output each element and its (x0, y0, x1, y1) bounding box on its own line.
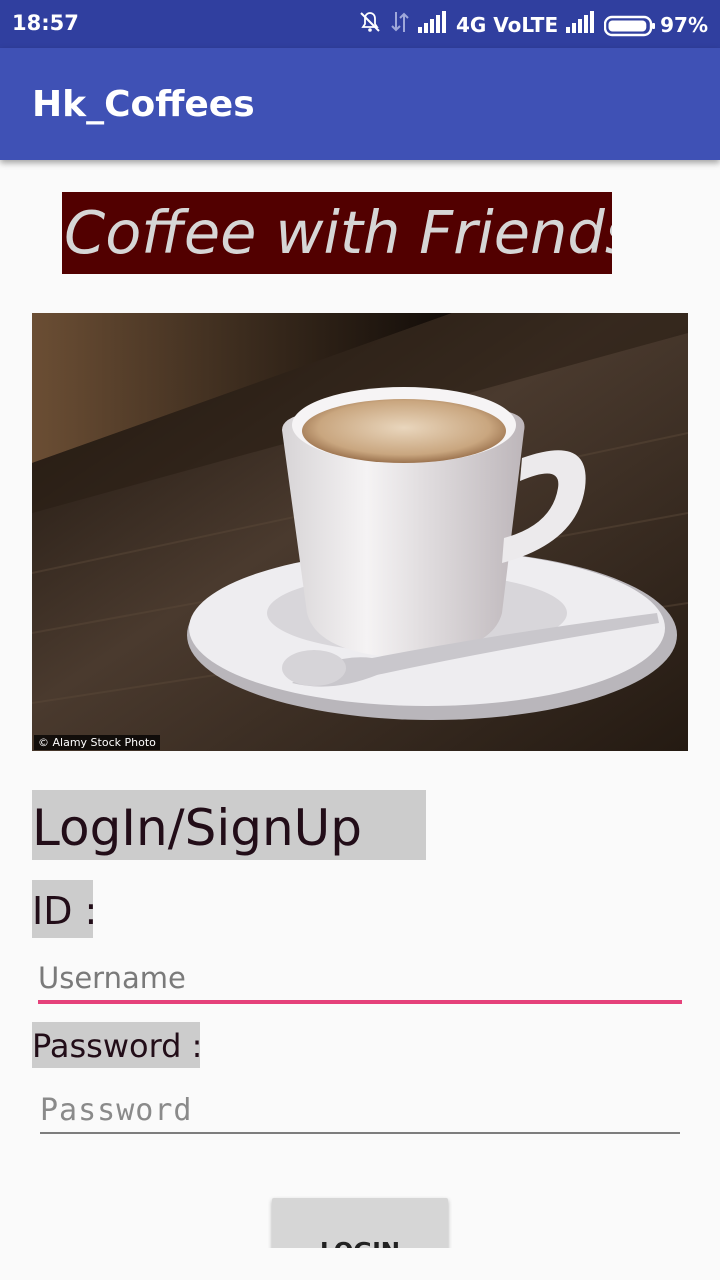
status-icons: 4G VoLTE 97% (358, 10, 708, 39)
mute-icon (358, 10, 382, 39)
battery-icon (603, 15, 656, 36)
username-input[interactable] (38, 956, 682, 1004)
network-type: 4G VoLTE (455, 12, 559, 37)
coffee-cup-image: © Alamy Stock Photo (32, 313, 688, 751)
password-input[interactable] (40, 1088, 680, 1134)
banner-title: Coffee with Friends (62, 192, 612, 274)
status-bar: 18:57 4G VoLTE 97% (0, 0, 720, 48)
password-label: Password : (32, 1022, 200, 1068)
battery-percent: 97% (660, 12, 708, 37)
image-credit: © Alamy Stock Photo (34, 735, 160, 750)
app-bar: Hk_Coffees (0, 48, 720, 160)
signal-icon (566, 11, 596, 38)
status-time: 18:57 (12, 11, 79, 35)
app-title: Hk_Coffees (32, 84, 255, 125)
login-button[interactable]: LOGIN (272, 1198, 448, 1248)
data-arrows-icon (390, 10, 410, 39)
login-button-area: LOGIN (260, 1186, 460, 1248)
signal-icon (417, 11, 448, 38)
id-label: ID : (32, 880, 93, 938)
login-signup-heading: LogIn/SignUp (32, 790, 426, 860)
